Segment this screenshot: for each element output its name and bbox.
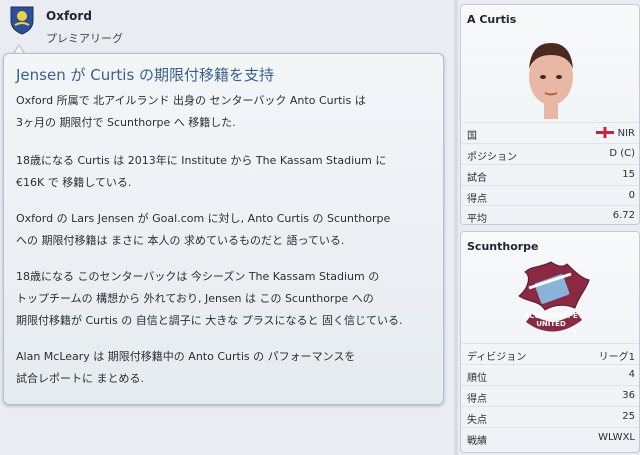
player-name-link[interactable]: A Curtis bbox=[467, 13, 516, 26]
news-paragraph: 18歳になる Curtis は 2013年に Institute から The … bbox=[16, 150, 386, 194]
player-stat-row: 平均 6.72 bbox=[461, 205, 639, 225]
paragraph-line: Alan McLeary は 期限付移籍中の Anto Curtis の パフォ… bbox=[16, 350, 356, 363]
club-name-link[interactable]: Scunthorpe bbox=[467, 240, 539, 253]
club-stat-row: 得点 36 bbox=[461, 385, 639, 406]
stat-label: 試合 bbox=[467, 173, 487, 184]
stat-value: 25 bbox=[622, 411, 635, 422]
stat-value: 4 bbox=[628, 369, 635, 380]
news-paragraph: Oxford の Lars Jensen が Goal.com に対し, Ant… bbox=[16, 208, 390, 252]
club-stat-row: 失点 25 bbox=[461, 406, 639, 427]
crest-text: SCUNTHORPE UNITED bbox=[524, 312, 578, 328]
paragraph-line: 18歳になる Curtis は 2013年に Institute から The … bbox=[16, 154, 387, 167]
stat-label: 戦績 bbox=[467, 436, 487, 447]
paragraph-line: Oxford の Lars Jensen が Goal.com に対し, Ant… bbox=[16, 212, 391, 225]
stat-value: 0 bbox=[628, 190, 635, 201]
oxford-crest-icon[interactable] bbox=[9, 5, 35, 35]
sidebar: A Curtis 国 NIR ポジション D (C) 試合 15 得点 0 平均… bbox=[460, 0, 640, 455]
club-panel: Scunthorpe SCUNTHORPE UNITED ディビジョン リーグ1… bbox=[460, 231, 640, 453]
stat-label: 国 bbox=[467, 131, 477, 142]
news-paragraph: 18歳になる このセンターバックは 今シーズン The Kassam Stadi… bbox=[16, 266, 403, 332]
club-name-link[interactable]: Oxford bbox=[46, 9, 92, 23]
paragraph-line: 試合レポートに まとめる. bbox=[16, 372, 144, 385]
stat-label: 得点 bbox=[467, 394, 487, 405]
stat-value: 36 bbox=[622, 390, 635, 401]
news-item: Jensen が Curtis の期限付移籍を支持 Oxford 所属で 北アイ… bbox=[3, 53, 444, 405]
paragraph-line: への 期限付移籍は まさに 本人の 求めているものだと 語っている. bbox=[16, 234, 345, 247]
stat-value: D (C) bbox=[609, 148, 635, 159]
paragraph-line: トップチームの 構想から 外れており, Jensen は この Scunthor… bbox=[16, 292, 374, 305]
stat-label: ポジション bbox=[467, 152, 517, 163]
league-name[interactable]: プレミアリーグ bbox=[46, 30, 123, 46]
stat-label: 平均 bbox=[467, 214, 487, 225]
player-stat-row: 国 NIR bbox=[461, 122, 639, 143]
club-stat-row: ディビジョン リーグ1 bbox=[461, 343, 639, 364]
stat-value: 6.72 bbox=[612, 210, 635, 221]
news-paragraph: Alan McLeary は 期限付移籍中の Anto Curtis の パフォ… bbox=[16, 346, 355, 390]
stat-value: WLWXL bbox=[598, 432, 635, 443]
stat-label: 得点 bbox=[467, 194, 487, 205]
paragraph-line: Oxford 所属で 北アイルランド 出身の センターバック Anto Curt… bbox=[16, 94, 366, 107]
player-stat-row: 得点 0 bbox=[461, 185, 639, 206]
news-headline: Jensen が Curtis の期限付移籍を支持 bbox=[16, 66, 275, 84]
paragraph-line: 3ヶ月の 期限付で Scunthorpe へ 移籍した. bbox=[16, 116, 236, 129]
player-stat-row: ポジション D (C) bbox=[461, 143, 639, 164]
stat-label: 順位 bbox=[467, 373, 487, 384]
scrollbar[interactable] bbox=[454, 0, 458, 455]
nationality-value[interactable]: NIR bbox=[595, 127, 635, 139]
stat-value: 15 bbox=[622, 169, 635, 180]
northern-ireland-flag-icon bbox=[595, 127, 614, 138]
stat-label: 失点 bbox=[467, 415, 487, 426]
club-stat-row: 順位 4 bbox=[461, 364, 639, 385]
news-header: Oxford プレミアリーグ bbox=[0, 0, 455, 48]
club-stat-row: 戦績 WLWXL bbox=[461, 427, 639, 448]
division-link[interactable]: リーグ1 bbox=[599, 348, 635, 363]
news-area: Oxford プレミアリーグ Jensen が Curtis の期限付移籍を支持… bbox=[0, 0, 455, 455]
paragraph-line: 18歳になる このセンターバックは 今シーズン The Kassam Stadi… bbox=[16, 270, 380, 283]
news-paragraph: Oxford 所属で 北アイルランド 出身の センターバック Anto Curt… bbox=[16, 90, 366, 134]
nationality-code: NIR bbox=[617, 128, 635, 139]
paragraph-line: 期限付移籍が Curtis の 自信と調子に 大きな プラスになると 固く信じて… bbox=[16, 314, 403, 327]
stat-label: ディビジョン bbox=[467, 352, 527, 363]
player-panel: A Curtis 国 NIR ポジション D (C) 試合 15 得点 0 平均… bbox=[460, 4, 640, 225]
player-face-icon[interactable] bbox=[518, 35, 584, 119]
paragraph-line: €16K で 移籍している. bbox=[16, 176, 132, 189]
player-stat-row: 試合 15 bbox=[461, 164, 639, 185]
